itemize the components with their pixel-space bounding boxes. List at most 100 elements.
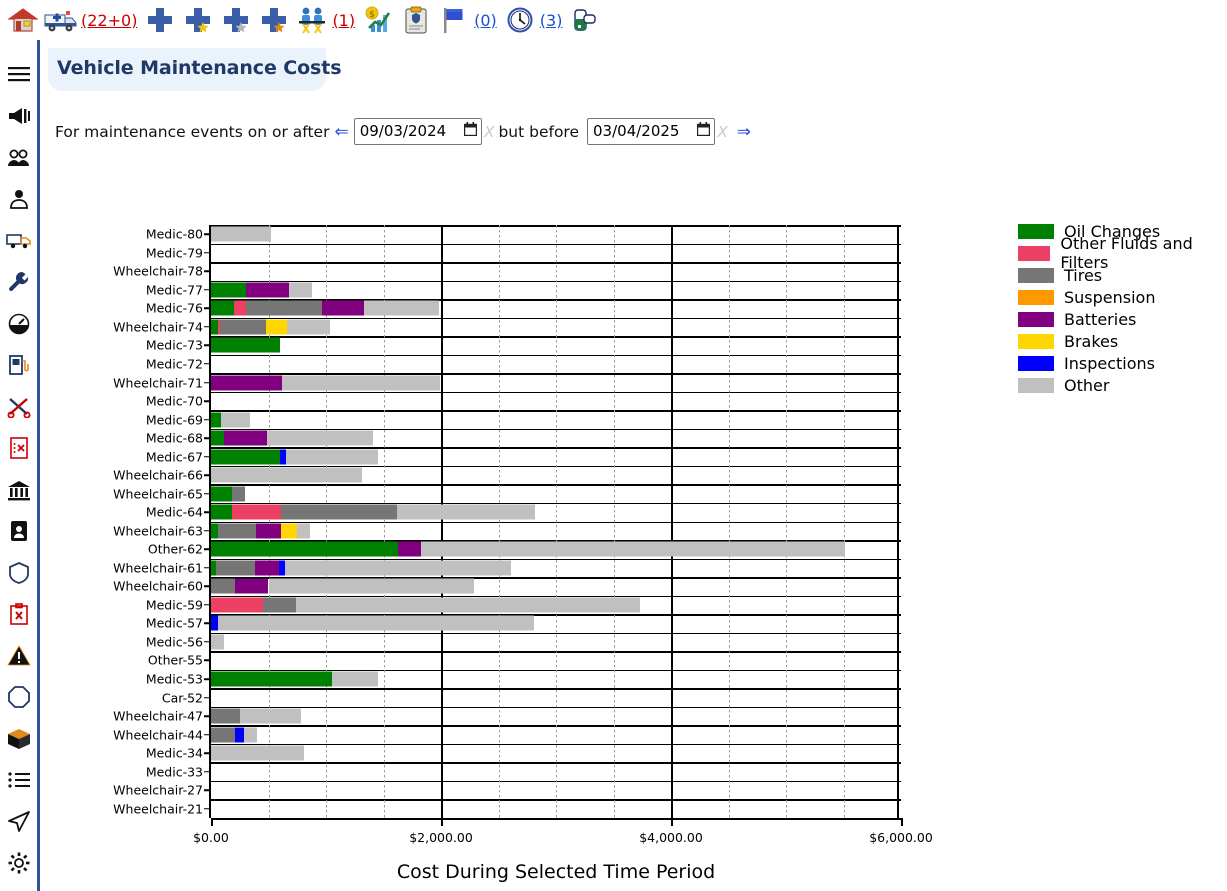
chart-bar[interactable]	[211, 226, 271, 242]
chart-bar[interactable]	[211, 597, 640, 613]
toolbar-item-home[interactable]	[4, 0, 42, 40]
chart-bar-segment[interactable]	[235, 578, 269, 594]
chart-bar[interactable]	[211, 745, 305, 761]
chart-bar-segment[interactable]	[220, 319, 267, 335]
chart-bar-segment[interactable]	[211, 745, 305, 761]
fuel-pump-icon[interactable]	[8, 354, 30, 380]
chart-bar[interactable]	[211, 282, 313, 298]
ambulance-count[interactable]: (22+0)	[81, 11, 137, 30]
sidebar-item-out-of-service[interactable]	[0, 430, 39, 472]
toolbar-item-finance[interactable]: $	[359, 0, 397, 40]
sidebar-item-shield[interactable]	[0, 554, 39, 596]
red-clipboard-x-icon[interactable]	[9, 603, 28, 629]
chart-bar-segment[interactable]	[218, 615, 534, 631]
clear-end-date[interactable]: X	[717, 123, 727, 141]
chart-bar[interactable]	[211, 541, 845, 557]
chart-bar[interactable]	[211, 449, 379, 465]
chart-bar-segment[interactable]	[398, 541, 422, 557]
next-period-arrow[interactable]: ⇒	[737, 122, 751, 142]
paper-plane-icon[interactable]	[7, 810, 30, 837]
id-card-icon[interactable]	[10, 520, 28, 546]
chart-bar-segment[interactable]	[211, 615, 219, 631]
calendar-icon[interactable]	[463, 122, 478, 140]
chart-bar-segment[interactable]	[211, 634, 224, 650]
chart-bar[interactable]	[211, 615, 534, 631]
clear-start-date[interactable]: X	[484, 123, 494, 141]
flag-count[interactable]: (0)	[474, 11, 497, 30]
chart-bar-segment[interactable]	[211, 597, 263, 613]
legend-item[interactable]: Suspension	[1018, 286, 1227, 308]
chart-bar[interactable]	[211, 412, 251, 428]
chart-bar-segment[interactable]	[211, 375, 283, 391]
chart-bar-segment[interactable]	[211, 226, 271, 242]
chart-bar-segment[interactable]	[211, 467, 362, 483]
chart-bar-segment[interactable]	[231, 486, 246, 502]
sidebar-item-inventory[interactable]	[0, 720, 39, 762]
clock-count[interactable]: (3)	[540, 11, 563, 30]
chart-bar-segment[interactable]	[211, 671, 332, 687]
clipboard-icon[interactable]	[397, 2, 435, 38]
chart-bar-segment[interactable]	[267, 430, 373, 446]
chart-bar-segment[interactable]	[297, 523, 311, 539]
chart-bar-segment[interactable]	[286, 449, 379, 465]
warning-triangle-icon[interactable]	[6, 644, 31, 671]
toolbar-item-flag[interactable]: (0)	[435, 0, 501, 40]
chart-bar-segment[interactable]	[397, 504, 536, 520]
plus-bronze-star-icon[interactable]	[255, 2, 293, 38]
chart-bar-segment[interactable]	[211, 708, 240, 724]
octagon-icon[interactable]	[7, 686, 30, 712]
gauge-icon[interactable]	[8, 313, 30, 339]
home-icon[interactable]	[4, 2, 42, 38]
chart-bar-segment[interactable]	[245, 282, 290, 298]
toolbar-item-medication[interactable]	[566, 0, 604, 40]
toolbar-item-clock[interactable]: (3)	[501, 0, 567, 40]
sidebar-item-crew[interactable]	[0, 139, 39, 181]
chart-bar-segment[interactable]	[211, 449, 280, 465]
toolbar-item-clipboard[interactable]	[397, 0, 435, 40]
chart-bar[interactable]	[211, 486, 246, 502]
chart-bar-segment[interactable]	[282, 375, 440, 391]
chart-bar-segment[interactable]	[211, 430, 224, 446]
previous-period-arrow[interactable]: ⇐	[334, 122, 348, 142]
shield-icon[interactable]	[8, 561, 29, 588]
chart-bar-segment[interactable]	[296, 597, 640, 613]
pill-icon[interactable]	[566, 2, 604, 38]
chart-bar-segment[interactable]	[211, 504, 232, 520]
truck-icon[interactable]	[5, 232, 32, 254]
list-icon[interactable]	[7, 771, 30, 793]
legend-item[interactable]: Batteries	[1018, 308, 1227, 330]
plus-gold-star-icon[interactable]	[179, 2, 217, 38]
chart-bar-segment[interactable]	[211, 727, 236, 743]
chart-bar-segment[interactable]	[211, 578, 236, 594]
chart-bar[interactable]	[211, 727, 257, 743]
chart-bar-segment[interactable]	[246, 300, 322, 316]
people-icon[interactable]	[7, 149, 31, 171]
scissors-icon[interactable]	[7, 396, 31, 422]
chart-bar[interactable]	[211, 467, 362, 483]
chart-bar-segment[interactable]	[255, 523, 282, 539]
sidebar-item-person[interactable]	[0, 181, 39, 223]
chart-bar-segment[interactable]	[281, 504, 398, 520]
chart-bar[interactable]	[211, 578, 475, 594]
sidebar-item-odometer[interactable]	[0, 305, 39, 347]
chart-bar[interactable]	[211, 375, 440, 391]
chart-bar[interactable]	[211, 708, 301, 724]
chart-bar-segment[interactable]	[221, 412, 251, 428]
crew-count[interactable]: (1)	[332, 11, 355, 30]
chart-bar[interactable]	[211, 337, 280, 353]
sidebar-item-lists[interactable]	[0, 762, 39, 804]
bank-icon[interactable]	[7, 479, 31, 505]
chart-bar-segment[interactable]	[211, 300, 234, 316]
chart-bar[interactable]	[211, 319, 331, 335]
chart-bar-segment[interactable]	[211, 541, 399, 557]
megaphone-icon[interactable]	[7, 106, 31, 130]
legend-item[interactable]: Brakes	[1018, 330, 1227, 352]
sidebar-item-fuel[interactable]	[0, 347, 39, 389]
money-chart-icon[interactable]: $	[359, 2, 397, 38]
chart-bar[interactable]	[211, 300, 439, 316]
chart-bar-segment[interactable]	[223, 430, 268, 446]
sidebar-item-alerts[interactable]	[0, 637, 39, 679]
chart-bar[interactable]	[211, 523, 311, 539]
toolbar-item-plus-bronze[interactable]	[255, 0, 293, 40]
chart-bar-segment[interactable]	[254, 560, 279, 576]
